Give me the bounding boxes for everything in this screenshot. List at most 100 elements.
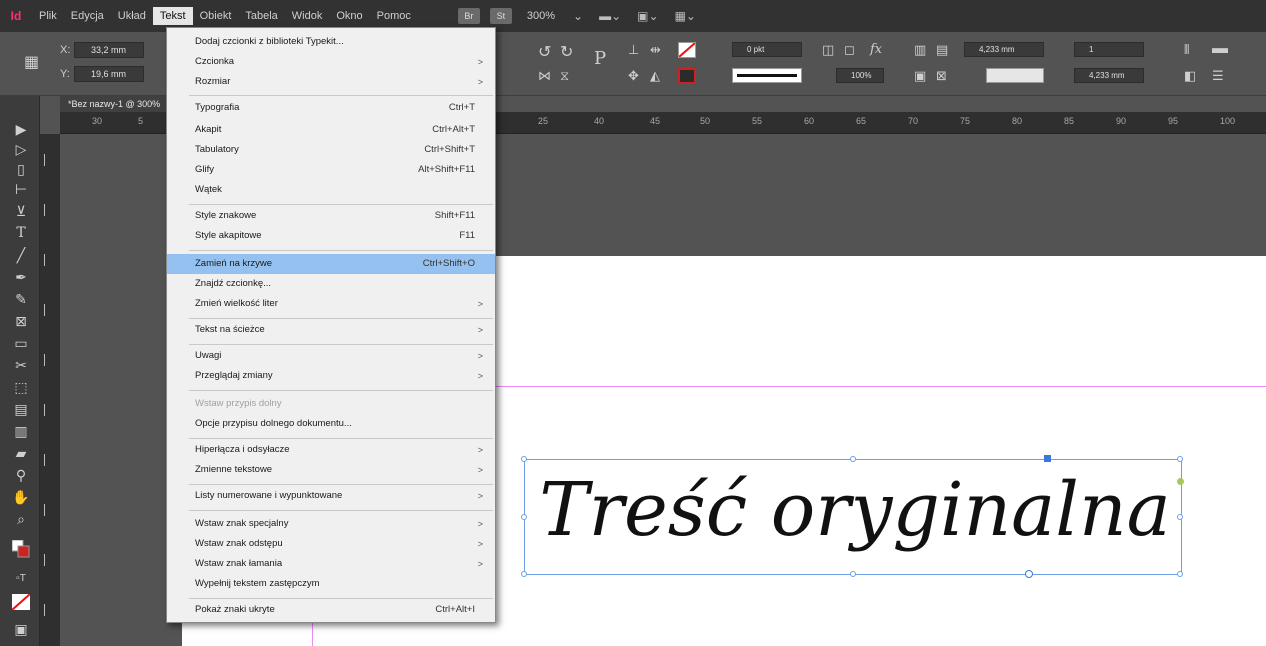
menu-item-text-variables[interactable]: Zmienne tekstowe > [167, 460, 495, 480]
menu-widok[interactable]: Widok [285, 7, 330, 25]
gradient-feather-tool-icon[interactable]: ▥ [10, 422, 32, 440]
y-field[interactable]: 19,6 mm [74, 66, 144, 82]
gap-height-field[interactable]: 4,233 mm [1074, 68, 1144, 83]
menu-item-tabs[interactable]: Tabulatory Ctrl+Shift+T [167, 140, 495, 160]
content-collector-icon[interactable]: ⊻ [10, 202, 32, 220]
rotate-cw-icon[interactable]: ↻ [560, 42, 573, 62]
arrange-docs-icon[interactable]: ▦⌄ [675, 9, 696, 23]
column-icon[interactable]: ⫴ [1184, 42, 1189, 58]
frame-handle[interactable] [850, 456, 856, 462]
menu-item-notes[interactable]: Uwagi > [167, 346, 495, 366]
line-tool-icon[interactable]: ╱ [10, 246, 32, 264]
frame-handle[interactable] [1177, 456, 1183, 462]
align-bottom-icon[interactable]: ⊠ [936, 68, 947, 84]
color-swatch-select[interactable] [986, 68, 1044, 83]
frame-handle[interactable] [1177, 571, 1183, 577]
frame-handle[interactable] [1177, 514, 1183, 520]
gap-width-field[interactable]: 4,233 mm [964, 42, 1044, 57]
text-frame[interactable] [521, 455, 1184, 578]
center-content-icon[interactable]: ◻ [844, 42, 855, 58]
align-center-icon[interactable]: ▣ [914, 68, 926, 84]
align-icon[interactable]: ⊥ [628, 42, 639, 58]
direct-selection-tool-icon[interactable]: ▷ [10, 140, 32, 158]
zoom-tool-icon[interactable]: ⌕ [10, 510, 32, 528]
menu-item-add-typekit-fonts[interactable]: Dodaj czcionki z biblioteki Typekit... [167, 32, 495, 52]
menu-item-create-outlines[interactable]: Zamień na krzywe Ctrl+Shift+O [167, 254, 495, 274]
view-options-icon[interactable]: ▬⌄ [599, 9, 621, 23]
in-port-handle[interactable] [1044, 455, 1051, 462]
menu-tekst[interactable]: Tekst [152, 7, 193, 25]
out-port-handle[interactable] [1025, 570, 1033, 578]
page-tool-icon[interactable]: ▯ [10, 160, 32, 178]
stroke-type-select[interactable] [732, 68, 802, 83]
menu-item-character[interactable]: Typografia Ctrl+T [167, 98, 495, 118]
hamburger-icon[interactable]: ☰ [1212, 68, 1224, 84]
menu-pomoc[interactable]: Pomoc [370, 7, 418, 25]
fill-stroke-icon[interactable] [11, 539, 30, 558]
menu-item-show-hidden-characters[interactable]: Pokaż znaki ukryte Ctrl+Alt+I [167, 600, 495, 620]
frame-handle[interactable] [521, 456, 527, 462]
menu-item-type-on-path[interactable]: Tekst na ścieżce > [167, 320, 495, 340]
menu-item-font[interactable]: Czcionka > [167, 52, 495, 72]
menu-item-hyperlinks[interactable]: Hiperłącza i odsyłacze > [167, 440, 495, 460]
menu-item-find-font[interactable]: Znajdź czcionkę... [167, 274, 495, 294]
menu-item-size[interactable]: Rozmiar > [167, 72, 495, 92]
menu-item-footnote-options[interactable]: Opcje przypisu dolnego dokumentu... [167, 414, 495, 434]
corner-options-handle[interactable] [1177, 478, 1184, 485]
rectangle-frame-tool-icon[interactable]: ⊠ [10, 312, 32, 330]
menu-item-story[interactable]: Wątek [167, 180, 495, 200]
columns-field[interactable]: 1 [1074, 42, 1144, 57]
type-tool-icon[interactable]: T [10, 224, 32, 242]
fill-none-swatch[interactable] [678, 42, 696, 58]
stroke-weight-field[interactable]: 0 pkt [732, 42, 802, 57]
x-field[interactable]: 33,2 mm [74, 42, 144, 58]
fx-effects-icon[interactable]: fx [870, 42, 882, 57]
chevron-down-icon[interactable]: ⌄ [573, 9, 583, 23]
frame-handle[interactable] [850, 571, 856, 577]
reference-point-icon[interactable]: ▦ [24, 52, 39, 72]
distribute-icon[interactable]: ⇹ [650, 42, 661, 58]
panel-menu-icon[interactable]: ▬ [1212, 40, 1228, 58]
selection-tool-icon[interactable]: ▶ [10, 120, 32, 138]
free-transform-tool-icon[interactable]: ⬚ [10, 378, 32, 396]
align-left-icon[interactable]: ▥ [914, 42, 926, 58]
menu-item-track-changes[interactable]: Przeglądaj zmiany > [167, 366, 495, 386]
pencil-tool-icon[interactable]: ✎ [10, 290, 32, 308]
opacity-field[interactable]: 100% [836, 68, 884, 83]
menu-item-insert-break[interactable]: Wstaw znak łamania > [167, 554, 495, 574]
note-tool-icon[interactable]: ▰ [10, 444, 32, 462]
formatting-affects-icon[interactable]: ▫T [10, 570, 32, 588]
menu-tabela[interactable]: Tabela [238, 7, 284, 25]
eyedropper-tool-icon[interactable]: ⚲ [10, 466, 32, 484]
flip-horizontal-icon[interactable]: ⋈ [538, 68, 551, 84]
menu-uklad[interactable]: Układ [111, 7, 153, 25]
menu-item-insert-special-character[interactable]: Wstaw znak specjalny > [167, 514, 495, 534]
hand-tool-icon[interactable]: ✋ [10, 488, 32, 506]
apply-none-icon[interactable] [11, 593, 31, 611]
document-tab[interactable]: *Bez nazwy-1 @ 300% [60, 96, 180, 112]
gap-tool-icon[interactable]: ⊢ [10, 180, 32, 198]
menu-okno[interactable]: Okno [329, 7, 369, 25]
menu-item-fill-placeholder[interactable]: Wypełnij tekstem zastępczym [167, 574, 495, 594]
scissors-tool-icon[interactable]: ✂ [10, 356, 32, 374]
menu-item-paragraph[interactable]: Akapit Ctrl+Alt+T [167, 120, 495, 140]
bridge-button[interactable]: Br [457, 8, 480, 24]
menu-obiekt[interactable]: Obiekt [193, 7, 239, 25]
flip-vertical-icon[interactable]: ⧖ [560, 68, 569, 84]
pen-tool-icon[interactable]: ✒ [10, 268, 32, 286]
gradient-swatch-tool-icon[interactable]: ▤ [10, 400, 32, 418]
frame-handle[interactable] [521, 571, 527, 577]
select-container-icon[interactable]: ✥ [628, 68, 639, 84]
stock-button[interactable]: St [489, 8, 512, 24]
screen-mode-tool-icon[interactable]: ▣ [10, 620, 32, 638]
menu-item-glyphs[interactable]: Glify Alt+Shift+F11 [167, 160, 495, 180]
menu-item-character-styles[interactable]: Style znakowe Shift+F11 [167, 206, 495, 226]
menu-item-paragraph-styles[interactable]: Style akapitowe F11 [167, 226, 495, 246]
frame-handle[interactable] [521, 514, 527, 520]
align-right-icon[interactable]: ▤ [936, 42, 948, 58]
menu-item-insert-white-space[interactable]: Wstaw znak odstępu > [167, 534, 495, 554]
frame-fitting-icon[interactable]: ◫ [822, 42, 834, 58]
menu-item-bullets-numbering[interactable]: Listy numerowane i wypunktowane > [167, 486, 495, 506]
menu-item-insert-footnote[interactable]: Wstaw przypis dolny [167, 394, 495, 414]
stroke-swatch[interactable] [678, 68, 696, 84]
